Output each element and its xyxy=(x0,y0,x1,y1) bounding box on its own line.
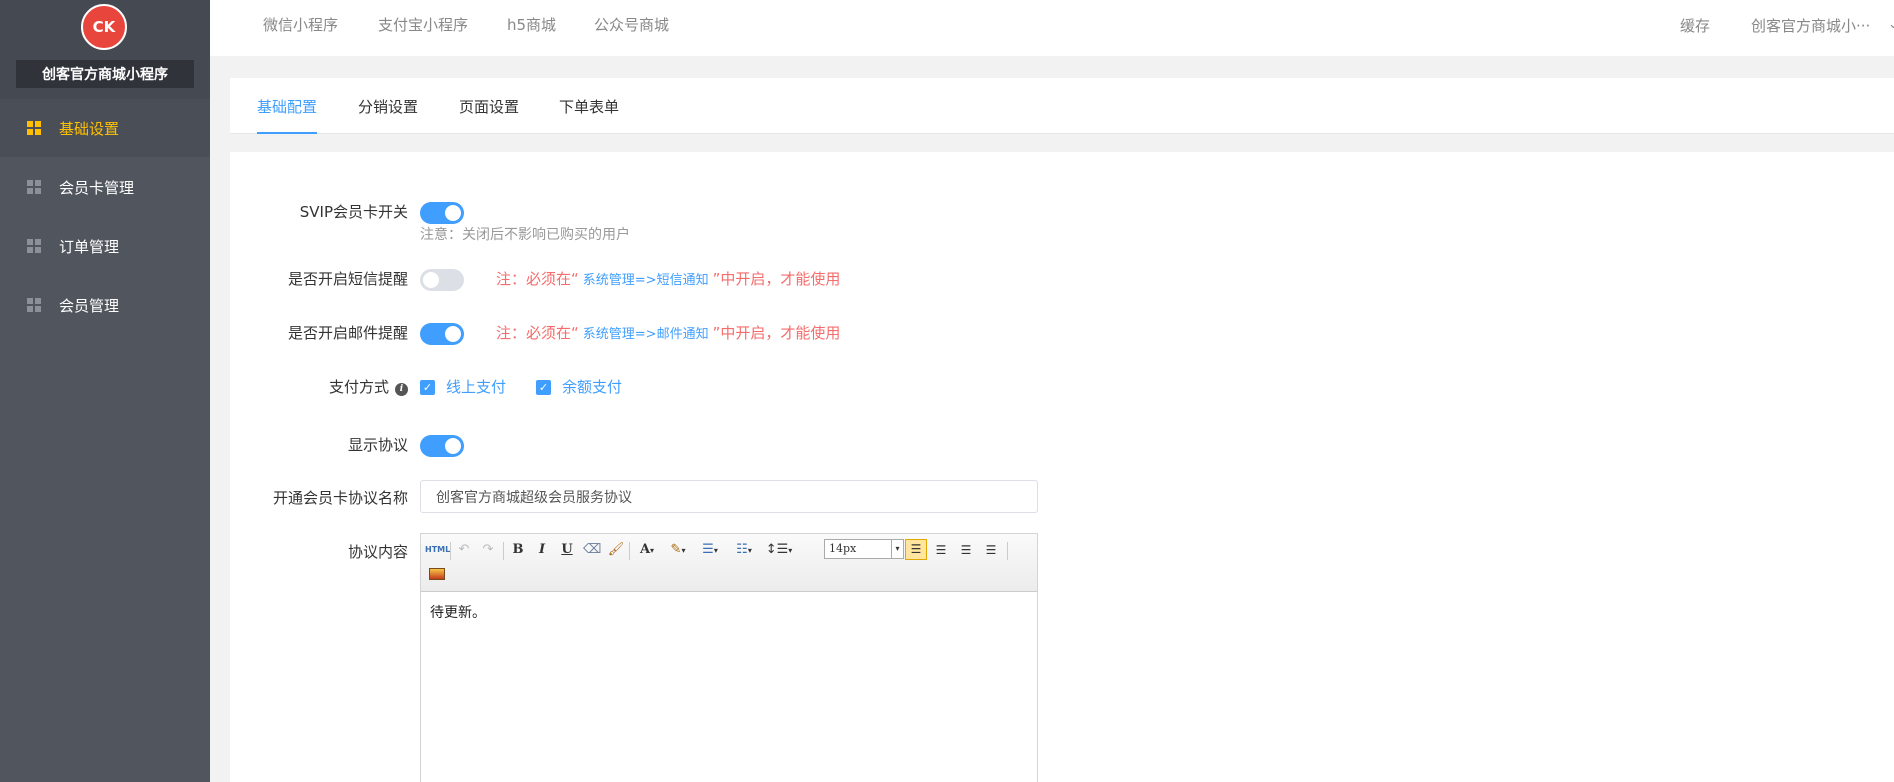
agreement-content-label: 协议内容 xyxy=(347,543,408,561)
redo-icon[interactable]: ↷ xyxy=(479,540,497,560)
align-left-glyph: ☰ xyxy=(910,542,922,556)
unordered-list-icon[interactable]: ☷▾ xyxy=(731,540,757,560)
top-link-wechat[interactable]: 微信小程序 xyxy=(263,14,338,35)
grid-icon xyxy=(27,298,41,312)
svip-note: 注意：关闭后不影响已购买的用户 xyxy=(420,227,630,243)
insert-image-icon[interactable] xyxy=(429,568,445,580)
sidebar-item-basic-settings[interactable]: 基础设置 xyxy=(0,99,210,157)
payment-label: 支付方式 i xyxy=(329,376,408,397)
checkbox-balance-pay[interactable]: ✓ xyxy=(536,380,551,395)
tab-basic-config[interactable]: 基础配置 xyxy=(257,96,318,134)
highlight-color-icon[interactable]: ✎▾ xyxy=(665,540,691,560)
eraser-icon[interactable]: ⌫ xyxy=(583,540,601,560)
font-size-select[interactable]: 14px ▾ xyxy=(824,539,904,559)
align-right-icon[interactable]: ☰ xyxy=(956,540,976,560)
sidebar-item-label: 订单管理 xyxy=(59,237,120,256)
info-icon[interactable]: i xyxy=(395,383,408,396)
align-justify-icon[interactable]: ☰ xyxy=(981,540,1001,560)
tab-distribution[interactable]: 分销设置 xyxy=(358,96,418,134)
sidebar-item-label: 基础设置 xyxy=(59,119,120,138)
sidebar-item-label: 会员卡管理 xyxy=(59,178,135,197)
top-link-alipay[interactable]: 支付宝小程序 xyxy=(378,14,468,35)
sms-toggle[interactable] xyxy=(420,269,464,291)
grid-icon xyxy=(27,239,41,253)
editor-content[interactable]: 待更新。 xyxy=(421,592,1037,632)
sms-note: 注：必须在“ 系统管理=>短信通知 ”中开启，才能使用 xyxy=(496,270,841,288)
top-link-h5[interactable]: h5商城 xyxy=(507,14,556,35)
undo-icon[interactable]: ↶ xyxy=(455,540,473,560)
email-toggle[interactable] xyxy=(420,323,464,345)
svip-toggle[interactable] xyxy=(420,202,464,224)
bold-button[interactable]: B xyxy=(509,540,527,560)
italic-button[interactable]: I xyxy=(533,540,551,560)
grid-icon xyxy=(27,121,41,135)
account-menu[interactable]: 创客官方商城小··· xyxy=(1751,15,1870,36)
sidebar: CK 创客官方商城小程序 基础设置 会员卡管理 订单管理 会员管理 xyxy=(0,0,210,782)
email-settings-link[interactable]: 系统管理=>邮件通知 xyxy=(579,327,713,342)
format-painter-icon[interactable]: 🖌 xyxy=(607,540,625,560)
html-source-button[interactable]: HTML xyxy=(425,540,450,560)
online-pay-label[interactable]: 线上支付 xyxy=(446,376,506,397)
sms-label: 是否开启短信提醒 xyxy=(287,270,408,288)
grid-icon xyxy=(27,180,41,194)
sidebar-item-orders[interactable]: 订单管理 xyxy=(0,217,210,275)
tab-bar: 基础配置 分销设置 页面设置 下单表单 xyxy=(230,78,1894,134)
rich-text-editor: HTML ↶ ↷ B I U ⌫ 🖌 A▾ ✎▾ ☰▾ ☷▾ ↕☰▾ 14px ▾… xyxy=(420,533,1038,782)
top-link-official-account[interactable]: 公众号商城 xyxy=(594,14,669,35)
align-center-icon[interactable]: ☰ xyxy=(931,540,951,560)
sms-settings-link[interactable]: 系统管理=>短信通知 xyxy=(579,273,713,288)
logo: CK xyxy=(81,4,127,50)
show-agreement-label: 显示协议 xyxy=(347,436,408,454)
editor-toolbar: HTML ↶ ↷ B I U ⌫ 🖌 A▾ ✎▾ ☰▾ ☷▾ ↕☰▾ 14px ▾… xyxy=(421,534,1037,592)
sidebar-item-label: 会员管理 xyxy=(59,296,120,315)
cache-button[interactable]: 缓存 xyxy=(1680,15,1710,36)
chevron-down-icon[interactable]: ⌄ xyxy=(1888,17,1894,32)
balance-pay-label[interactable]: 余额支付 xyxy=(562,376,622,397)
checkbox-online-pay[interactable]: ✓ xyxy=(420,380,435,395)
tab-page-settings[interactable]: 页面设置 xyxy=(459,96,519,134)
sidebar-item-members[interactable]: 会员管理 xyxy=(0,276,210,334)
line-height-icon[interactable]: ↕☰▾ xyxy=(765,540,793,560)
brand-area: CK 创客官方商城小程序 xyxy=(0,0,210,99)
agreement-name-label: 开通会员卡协议名称 xyxy=(272,489,408,507)
email-note: 注：必须在“ 系统管理=>邮件通知 ”中开启，才能使用 xyxy=(496,324,841,342)
top-nav: 微信小程序 支付宝小程序 h5商城 公众号商城 缓存 创客官方商城小··· ⌄ xyxy=(210,0,1894,56)
agreement-name-input[interactable]: 创客官方商城超级会员服务协议 xyxy=(420,480,1038,513)
underline-button[interactable]: U xyxy=(558,540,576,560)
ordered-list-icon[interactable]: ☰▾ xyxy=(697,540,723,560)
font-color-button[interactable]: A▾ xyxy=(635,540,659,560)
tab-order-form[interactable]: 下单表单 xyxy=(559,96,619,134)
show-agreement-toggle[interactable] xyxy=(420,435,464,457)
brand-name: 创客官方商城小程序 xyxy=(16,60,194,88)
sidebar-item-member-card[interactable]: 会员卡管理 xyxy=(0,158,210,216)
svip-label: SVIP会员卡开关 xyxy=(299,203,408,221)
email-label: 是否开启邮件提醒 xyxy=(287,324,408,342)
chevron-down-icon: ▾ xyxy=(891,540,903,558)
